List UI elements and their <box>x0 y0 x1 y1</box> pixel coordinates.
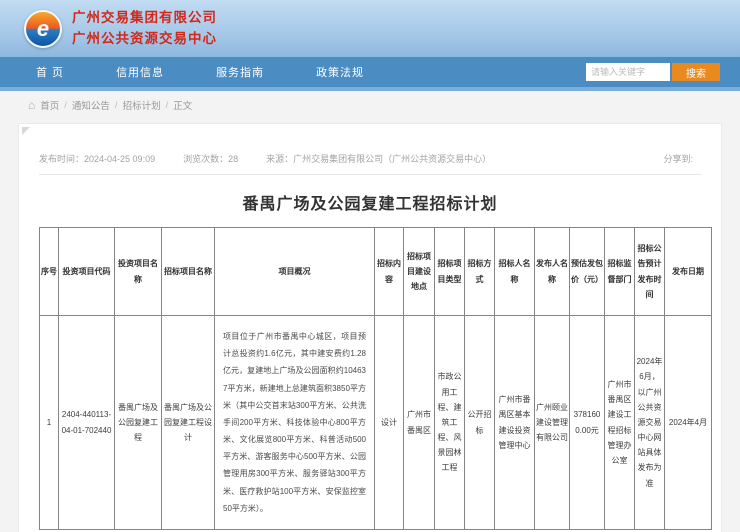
cell-price: 3781600.00元 <box>570 316 605 530</box>
breadcrumb: ⌂ 首页 / 通知公告 / 招标计划 / 正文 <box>0 91 740 119</box>
search-box: 搜索 <box>586 63 720 81</box>
breadcrumb-notices[interactable]: 通知公告 <box>72 98 110 112</box>
cell-notice-time: 2024年6月，以广州公共资源交易中心网站具体发布为准 <box>635 316 665 530</box>
col-type: 招标项目类型 <box>435 228 465 316</box>
share-label[interactable]: 分享到: <box>663 152 693 165</box>
col-overview: 项目概况 <box>215 228 375 316</box>
nav-item-service-guide[interactable]: 服务指南 <box>190 64 290 80</box>
card-corner-decoration <box>22 127 30 135</box>
brand-company-name: 广州交易集团有限公司 <box>72 8 217 29</box>
cell-overview: 项目位于广州市番禺中心城区，项目预计总投资约1.6亿元，其中建安费约1.28亿元… <box>215 316 375 530</box>
source-value: 广州交易集团有限公司（广州公共资源交易中心） <box>293 154 491 164</box>
article-card: 发布时间：2024-04-25 09:09 浏览次数：28 来源：广州交易集团有… <box>18 123 722 532</box>
col-publish-date: 发布日期 <box>665 228 712 316</box>
publish-time-value: 2024-04-25 09:09 <box>84 154 155 164</box>
meta-divider <box>39 174 701 175</box>
breadcrumb-home[interactable]: 首页 <box>40 98 59 112</box>
breadcrumb-separator: / <box>166 100 169 111</box>
publish-time: 发布时间：2024-04-25 09:09 <box>39 152 155 165</box>
col-content: 招标内容 <box>375 228 404 316</box>
source-label: 来源： <box>266 154 293 164</box>
breadcrumb-separator: / <box>64 100 67 111</box>
col-supervisor: 招标监督部门 <box>605 228 635 316</box>
view-count-value: 28 <box>228 154 238 164</box>
site-header: e 广州交易集团有限公司 广州公共资源交易中心 <box>0 0 740 57</box>
main-nav: 首 页 信用信息 服务指南 政策法规 搜索 <box>0 57 740 87</box>
col-location: 招标项目建设地点 <box>404 228 435 316</box>
tender-plan-table: 序号 投资项目代码 投资项目名称 招标项目名称 项目概况 招标内容 招标项目建设… <box>39 227 712 530</box>
view-count: 浏览次数：28 <box>183 152 238 165</box>
nav-item-policies[interactable]: 政策法规 <box>290 64 390 80</box>
col-tender-name: 招标项目名称 <box>162 228 215 316</box>
cell-publisher: 广州颐业建设管理有限公司 <box>535 316 570 530</box>
col-method: 招标方式 <box>465 228 495 316</box>
article-meta: 发布时间：2024-04-25 09:09 浏览次数：28 来源：广州交易集团有… <box>39 124 701 165</box>
site-logo-icon: e <box>24 10 62 48</box>
cell-invest-code: 2404-440113-04-01-702440 <box>59 316 115 530</box>
view-count-label: 浏览次数： <box>183 154 228 164</box>
col-notice-time: 招标公告预计发布时间 <box>635 228 665 316</box>
breadcrumb-tender-plans[interactable]: 招标计划 <box>123 98 161 112</box>
home-icon: ⌂ <box>28 99 35 111</box>
col-tenderer: 招标人名称 <box>495 228 535 316</box>
cell-type: 市政公用工程、建筑工程、风景园林工程 <box>435 316 465 530</box>
nav-item-credit-info[interactable]: 信用信息 <box>90 64 190 80</box>
col-invest-name: 投资项目名称 <box>115 228 162 316</box>
article-source: 来源：广州交易集团有限公司（广州公共资源交易中心） <box>266 152 491 165</box>
search-input[interactable] <box>586 63 670 81</box>
col-price: 预估发包价（元） <box>570 228 605 316</box>
publish-time-label: 发布时间： <box>39 154 84 164</box>
nav-item-home[interactable]: 首 页 <box>20 64 90 80</box>
cell-supervisor: 广州市番禺区建设工程招标管理办公室 <box>605 316 635 530</box>
cell-content: 设计 <box>375 316 404 530</box>
search-button[interactable]: 搜索 <box>672 63 720 81</box>
table-row: 1 2404-440113-04-01-702440 番禺广场及公园复建工程 番… <box>40 316 712 530</box>
page-title: 番禺广场及公园复建工程招标计划 <box>39 190 701 214</box>
col-invest-code: 投资项目代码 <box>59 228 115 316</box>
cell-seq: 1 <box>40 316 59 530</box>
breadcrumb-separator: / <box>115 100 118 111</box>
cell-tender-name: 番禺广场及公园复建工程设计 <box>162 316 215 530</box>
col-publisher: 发布人名称 <box>535 228 570 316</box>
brand-center-name: 广州公共资源交易中心 <box>72 29 217 50</box>
cell-invest-name: 番禺广场及公园复建工程 <box>115 316 162 530</box>
cell-method: 公开招标 <box>465 316 495 530</box>
col-seq: 序号 <box>40 228 59 316</box>
cell-tenderer: 广州市番禺区基本建设投资管理中心 <box>495 316 535 530</box>
cell-location: 广州市番禺区 <box>404 316 435 530</box>
brand-text: 广州交易集团有限公司 广州公共资源交易中心 <box>72 8 217 50</box>
cell-publish-date: 2024年4月 <box>665 316 712 530</box>
breadcrumb-current: 正文 <box>173 98 192 112</box>
table-header-row: 序号 投资项目代码 投资项目名称 招标项目名称 项目概况 招标内容 招标项目建设… <box>40 228 712 316</box>
